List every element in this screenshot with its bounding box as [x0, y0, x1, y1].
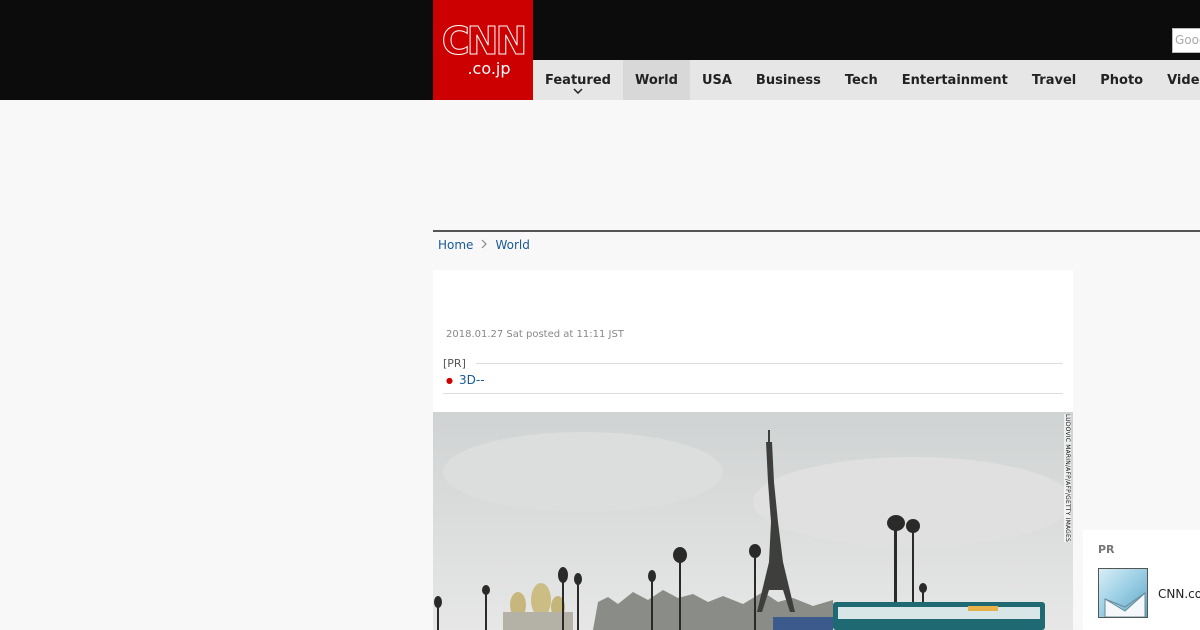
side-pr-thumbnail[interactable] — [1098, 568, 1148, 618]
nav-item-label: Photo — [1100, 72, 1144, 88]
divider — [475, 363, 1063, 364]
article-photo: LUDOVIC MARIN/AFP/AFP/GETTY IMAGES — [433, 412, 1073, 630]
pr-label-text: [PR] — [443, 357, 466, 370]
side-pr-widget: PR CNN.co — [1083, 530, 1200, 630]
nav-item-label: World — [634, 72, 678, 88]
photo-credit: LUDOVIC MARIN/AFP/AFP/GETTY IMAGES — [1064, 414, 1071, 542]
chevron-right-icon — [481, 237, 488, 253]
chevron-down-icon — [573, 87, 583, 97]
section-divider — [433, 230, 1200, 232]
pr-label: [PR] — [443, 357, 1063, 370]
cnn-logo[interactable]: CNN .co.jp — [433, 0, 533, 100]
nav-item-entertainment[interactable]: Entertainment — [890, 60, 1020, 100]
breadcrumb-world-link[interactable]: World — [495, 238, 529, 252]
nav-item-usa[interactable]: USA — [690, 60, 744, 100]
nav-item-label: Travel — [1031, 72, 1077, 88]
article-card: 2018.01.27 Sat posted at 11:11 JST [PR] … — [433, 270, 1073, 630]
eiffel-tower-photo — [433, 412, 1073, 630]
nav-item-tech[interactable]: Tech — [833, 60, 890, 100]
page: CNN .co.jp Google Featured World USA Bus… — [0, 0, 1200, 630]
breadcrumb: Home World — [438, 237, 530, 253]
envelope-icon — [1104, 591, 1146, 617]
pr-link[interactable]: 3D-- — [459, 373, 485, 387]
side-pr-link[interactable]: CNN.co — [1158, 587, 1200, 601]
nav-item-video[interactable]: Video — [1155, 60, 1200, 100]
side-pr-label: PR — [1098, 543, 1115, 556]
search-input[interactable]: Google — [1172, 28, 1200, 53]
nav-item-travel[interactable]: Travel — [1020, 60, 1088, 100]
nav-item-world[interactable]: World — [622, 60, 690, 100]
nav-item-label: USA — [701, 72, 732, 88]
ad-banner-slot — [433, 100, 1200, 230]
nav-item-business[interactable]: Business — [744, 60, 833, 100]
nav-item-label: Tech — [844, 72, 878, 88]
nav-item-label: Entertainment — [901, 72, 1008, 88]
nav-item-photo[interactable]: Photo — [1088, 60, 1155, 100]
breadcrumb-home-link[interactable]: Home — [438, 238, 473, 252]
logo-domain: .co.jp — [467, 59, 511, 78]
nav-item-label: Featured — [545, 72, 611, 88]
logo-wordmark: CNN — [441, 19, 527, 63]
pr-block: [PR] ● 3D-- — [443, 357, 1063, 394]
pr-list-item: ● 3D-- — [443, 373, 1063, 394]
nav-item-featured[interactable]: Featured — [533, 60, 623, 100]
posted-timestamp: 2018.01.27 Sat posted at 11:11 JST — [446, 329, 624, 340]
main-nav: Featured World USA Business Tech Enterta… — [533, 60, 1200, 100]
nav-item-label: Business — [755, 72, 821, 88]
nav-item-label: Video — [1167, 72, 1200, 88]
bullet-icon: ● — [446, 375, 453, 385]
